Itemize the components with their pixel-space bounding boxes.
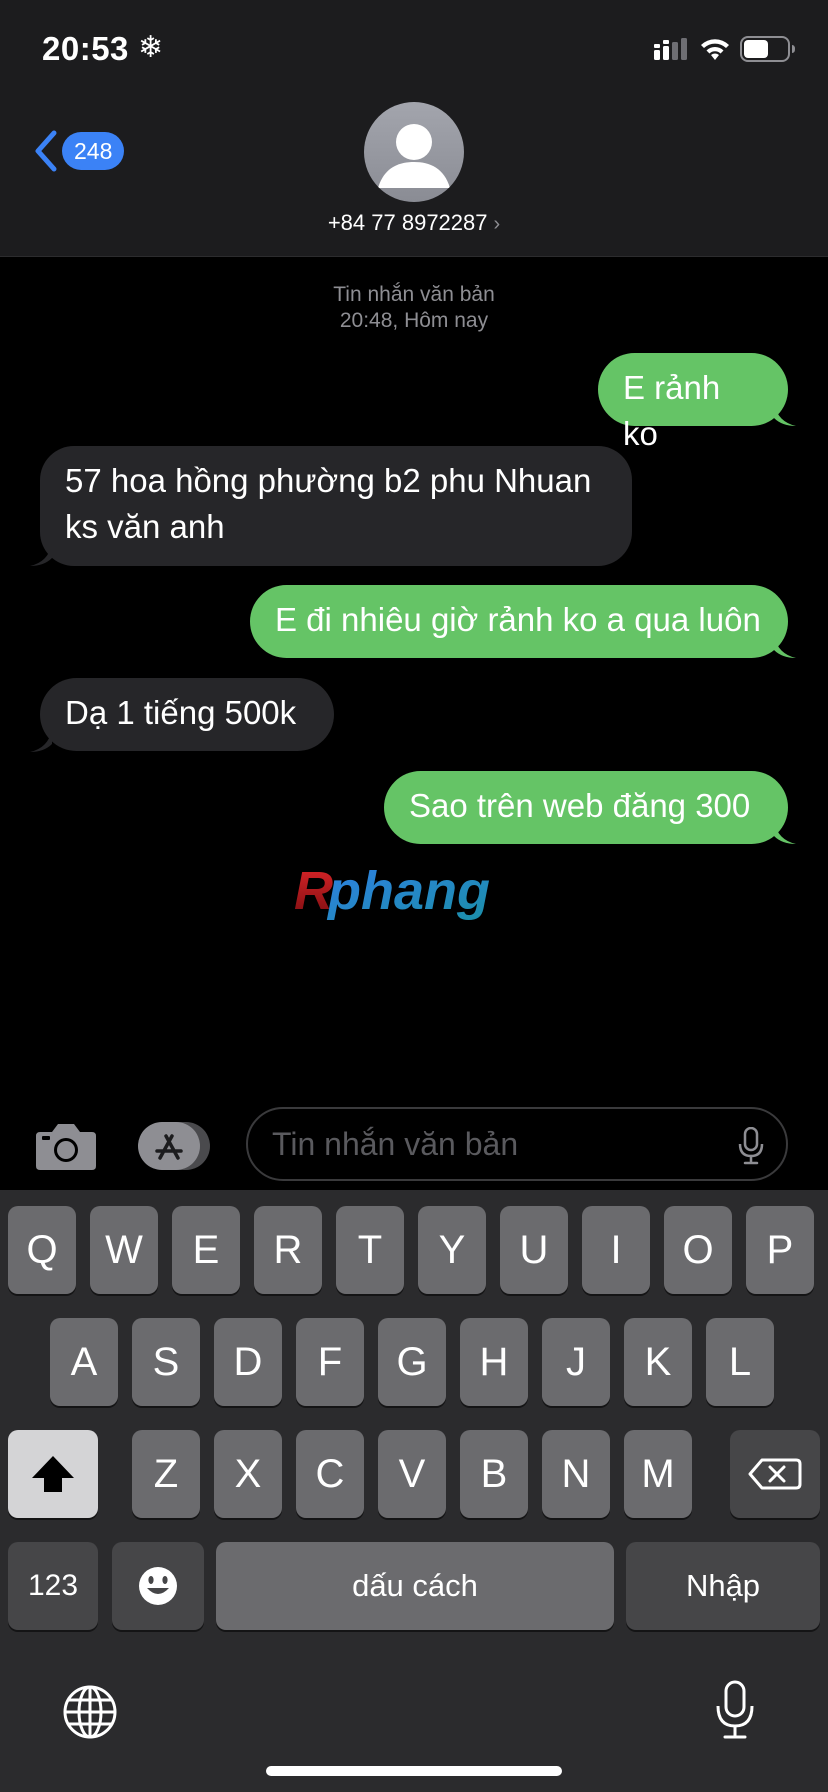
- status-time: 20:53: [42, 30, 129, 67]
- key-n[interactable]: N: [542, 1430, 610, 1518]
- outgoing-message[interactable]: Sao trên web đăng 300: [384, 771, 788, 844]
- key-w[interactable]: W: [90, 1206, 158, 1294]
- key-c[interactable]: C: [296, 1430, 364, 1518]
- conversation-header: 20:53 ❄ 248 +84 77 8972287 ›: [0, 0, 828, 257]
- message-text: 57 hoa hồng phường b2 phu Nhuan: [65, 462, 592, 499]
- microphone-icon[interactable]: [738, 1127, 764, 1165]
- key-f[interactable]: F: [296, 1318, 364, 1406]
- backspace-icon: [748, 1458, 802, 1490]
- key-b[interactable]: B: [460, 1430, 528, 1518]
- incoming-message[interactable]: Dạ 1 tiếng 500k: [40, 678, 334, 751]
- service-label: Tin nhắn văn bản: [333, 283, 495, 306]
- key-z[interactable]: Z: [132, 1430, 200, 1518]
- key-k[interactable]: K: [624, 1318, 692, 1406]
- shift-icon: [32, 1456, 74, 1492]
- message-text: Sao trên web đăng 300: [409, 787, 751, 824]
- contact-number: +84 77 8972287: [327, 210, 488, 235]
- message-text: E rảnh ko: [623, 369, 721, 452]
- return-key[interactable]: Nhập: [626, 1542, 820, 1630]
- key-j[interactable]: J: [542, 1318, 610, 1406]
- bubble-tail: [30, 544, 52, 566]
- chevron-right-icon: ›: [493, 213, 501, 235]
- home-indicator: [266, 1766, 562, 1776]
- key-l[interactable]: L: [706, 1318, 774, 1406]
- message-input-field[interactable]: [246, 1107, 788, 1181]
- key-y[interactable]: Y: [418, 1206, 486, 1294]
- key-s[interactable]: S: [132, 1318, 200, 1406]
- key-g[interactable]: G: [378, 1318, 446, 1406]
- key-q[interactable]: Q: [8, 1206, 76, 1294]
- shift-key[interactable]: [8, 1430, 98, 1518]
- key-e[interactable]: E: [172, 1206, 240, 1294]
- unread-count-badge: 248: [62, 132, 125, 170]
- key-v[interactable]: V: [378, 1430, 446, 1518]
- cellular-signal-icon: [654, 38, 687, 60]
- app-store-button[interactable]: [138, 1122, 212, 1170]
- key-h[interactable]: H: [460, 1318, 528, 1406]
- key-p[interactable]: P: [746, 1206, 814, 1294]
- numbers-key[interactable]: 123: [8, 1542, 98, 1630]
- delete-key[interactable]: [730, 1430, 820, 1518]
- person-icon: [378, 124, 450, 188]
- outgoing-message[interactable]: E đi nhiêu giờ rảnh ko a qua luôn: [250, 585, 788, 658]
- app-store-icon: [138, 1122, 210, 1170]
- message-text-input[interactable]: [272, 1109, 712, 1179]
- battery-icon: [740, 36, 795, 62]
- message-meta: Tin nhắn văn bản 20:48, Hôm nay: [0, 282, 828, 334]
- globe-icon[interactable]: [62, 1684, 118, 1740]
- bubble-tail: [30, 730, 52, 752]
- wifi-icon: [701, 39, 729, 60]
- contact-avatar[interactable]: [364, 102, 464, 202]
- key-m[interactable]: M: [624, 1430, 692, 1518]
- bubble-tail: [774, 404, 796, 426]
- bubble-tail: [774, 636, 796, 658]
- key-r[interactable]: R: [254, 1206, 322, 1294]
- key-a[interactable]: A: [50, 1318, 118, 1406]
- key-i[interactable]: I: [582, 1206, 650, 1294]
- chevron-left-icon: [35, 130, 57, 172]
- key-d[interactable]: D: [214, 1318, 282, 1406]
- space-key[interactable]: dấu cách: [216, 1542, 614, 1630]
- incoming-message[interactable]: 57 hoa hồng phường b2 phu Nhuan ks văn a…: [40, 446, 632, 566]
- outgoing-message[interactable]: E rảnh ko: [598, 353, 788, 452]
- emoji-icon: [139, 1567, 177, 1605]
- key-u[interactable]: U: [500, 1206, 568, 1294]
- camera-button[interactable]: [34, 1118, 98, 1174]
- snowflake-icon: ❄: [138, 31, 164, 64]
- svg-text:phang: phang: [326, 861, 490, 921]
- emoji-key[interactable]: [112, 1542, 204, 1630]
- key-t[interactable]: T: [336, 1206, 404, 1294]
- dictation-mic-icon[interactable]: [714, 1680, 756, 1740]
- contact-name[interactable]: +84 77 8972287 ›: [200, 210, 628, 236]
- key-o[interactable]: O: [664, 1206, 732, 1294]
- message-text: Dạ 1 tiếng 500k: [65, 694, 297, 731]
- camera-icon: [36, 1124, 96, 1170]
- bubble-tail: [774, 822, 796, 844]
- message-text: ks văn anh: [65, 508, 225, 545]
- back-button[interactable]: 248: [28, 128, 138, 174]
- watermark-logo: R phang: [294, 861, 490, 921]
- message-timestamp: 20:48, Hôm nay: [339, 309, 489, 332]
- message-text: E đi nhiêu giờ rảnh ko a qua luôn: [275, 601, 761, 638]
- key-x[interactable]: X: [214, 1430, 282, 1518]
